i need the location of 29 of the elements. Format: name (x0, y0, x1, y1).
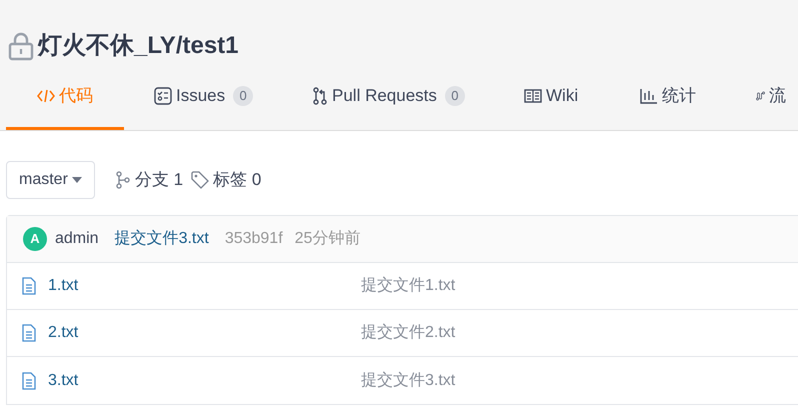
branch-dropdown[interactable]: master (6, 161, 95, 199)
file-link[interactable]: 2.txt (48, 321, 78, 345)
code-icon (37, 88, 55, 104)
caret-icon (72, 177, 82, 183)
pull-request-icon (312, 86, 328, 104)
tab[interactable]: Issues 0 (124, 64, 282, 130)
commit-message-link[interactable]: 提交文件3.txt (114, 227, 209, 251)
file-icon (22, 324, 36, 342)
tag-icon (191, 171, 210, 189)
count-badge: 0 (233, 86, 254, 106)
tab[interactable]: 流 (726, 64, 786, 130)
bar-chart-icon (640, 88, 658, 104)
branches-link[interactable]: 分支 1 (134, 167, 184, 193)
tab[interactable]: 统计 (610, 64, 726, 130)
commit-time: 25分钟前 (294, 229, 360, 249)
file-icon (22, 277, 36, 295)
checklist-icon (154, 86, 172, 104)
file-icon (22, 372, 36, 390)
file-link[interactable]: 1.txt (48, 274, 78, 298)
tab[interactable]: Wiki (494, 64, 610, 130)
commit-author[interactable]: admin (55, 227, 99, 251)
branch-icon (114, 171, 131, 189)
file-link[interactable]: 3.txt (48, 368, 78, 392)
avatar: A (23, 227, 47, 251)
tags-link[interactable]: 标签 0 (213, 167, 262, 193)
count-badge: 0 (444, 86, 465, 106)
tab[interactable]: Pull Requests 0 (282, 64, 494, 130)
repo-title: 灯火不休_LY/test1 (38, 31, 239, 61)
book-icon (524, 88, 542, 104)
